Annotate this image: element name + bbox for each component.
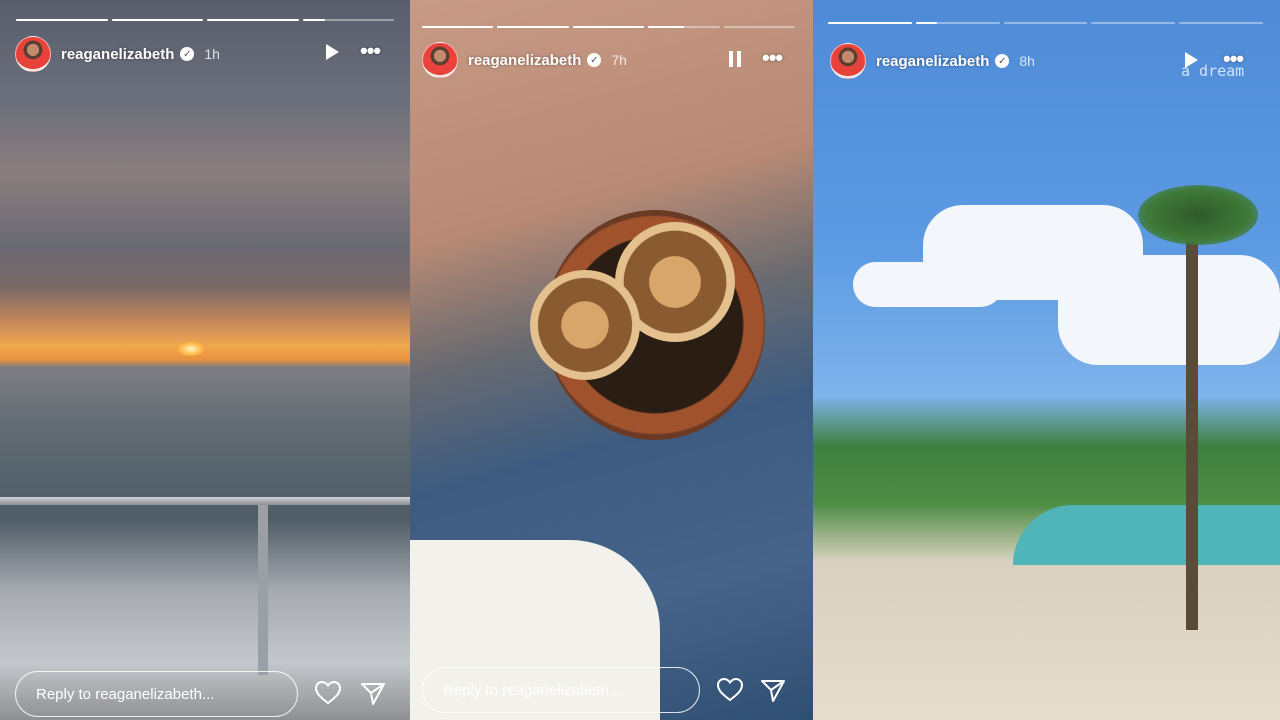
boat-railing bbox=[0, 497, 410, 505]
reply-input[interactable] bbox=[423, 668, 699, 712]
progress-segment bbox=[111, 19, 203, 21]
story-panel-1[interactable]: reaganelizabeth ✓ 1h ••• bbox=[0, 0, 410, 720]
story-header: reaganelizabeth ✓ 8h bbox=[830, 43, 1035, 79]
railing-post bbox=[258, 505, 268, 675]
timestamp: 8h bbox=[1019, 53, 1035, 69]
progress-segment bbox=[723, 26, 796, 28]
progress-segment bbox=[915, 22, 1000, 24]
username[interactable]: reaganelizabeth bbox=[61, 46, 174, 63]
progress-segment bbox=[302, 19, 394, 21]
reply-field[interactable] bbox=[422, 667, 700, 713]
heart-icon[interactable] bbox=[716, 677, 744, 707]
avatar[interactable] bbox=[830, 43, 866, 79]
timestamp: 1h bbox=[204, 46, 220, 62]
username[interactable]: reaganelizabeth bbox=[468, 52, 581, 69]
pause-icon[interactable] bbox=[728, 50, 742, 73]
story-progress-bars bbox=[16, 19, 394, 21]
play-icon[interactable] bbox=[324, 43, 340, 66]
story-text-overlay: a dream bbox=[1181, 62, 1245, 80]
progress-segment bbox=[1003, 22, 1088, 24]
story-panel-2[interactable]: reaganelizabeth ✓ 7h ••• bbox=[410, 0, 813, 720]
progress-segment bbox=[1179, 22, 1263, 24]
story-progress-bars bbox=[422, 26, 796, 28]
progress-segment bbox=[648, 26, 720, 28]
sea bbox=[1013, 505, 1280, 565]
progress-segment bbox=[828, 22, 912, 24]
heart-icon[interactable] bbox=[314, 680, 342, 710]
avatar[interactable] bbox=[422, 42, 458, 78]
avatar[interactable] bbox=[15, 36, 51, 72]
progress-segment bbox=[422, 26, 494, 28]
reply-field[interactable] bbox=[15, 671, 298, 717]
progress-segment bbox=[1091, 22, 1176, 24]
reply-input[interactable] bbox=[16, 672, 297, 716]
story-panel-3[interactable]: reaganelizabeth ✓ 8h ••• a dream bbox=[813, 0, 1280, 720]
progress-segment bbox=[497, 26, 569, 28]
progress-segment bbox=[207, 19, 299, 21]
sun bbox=[178, 342, 204, 356]
palm-tree bbox=[1186, 210, 1198, 630]
more-options-icon[interactable]: ••• bbox=[360, 38, 381, 64]
lemon-slice bbox=[530, 270, 640, 380]
cloud bbox=[1058, 255, 1280, 365]
send-icon[interactable] bbox=[360, 682, 386, 711]
timestamp: 7h bbox=[611, 52, 627, 68]
verified-badge-icon: ✓ bbox=[180, 47, 195, 61]
story-progress-bars bbox=[828, 22, 1263, 24]
progress-segment bbox=[16, 19, 108, 21]
progress-segment bbox=[572, 26, 645, 28]
verified-badge-icon: ✓ bbox=[587, 53, 602, 67]
verified-badge-icon: ✓ bbox=[995, 54, 1010, 68]
story-header: reaganelizabeth ✓ 1h bbox=[15, 36, 220, 72]
send-icon[interactable] bbox=[760, 679, 786, 708]
username[interactable]: reaganelizabeth bbox=[876, 53, 989, 70]
palm-fronds bbox=[1138, 185, 1258, 245]
more-options-icon[interactable]: ••• bbox=[762, 45, 783, 71]
story-header: reaganelizabeth ✓ 7h bbox=[422, 42, 627, 78]
